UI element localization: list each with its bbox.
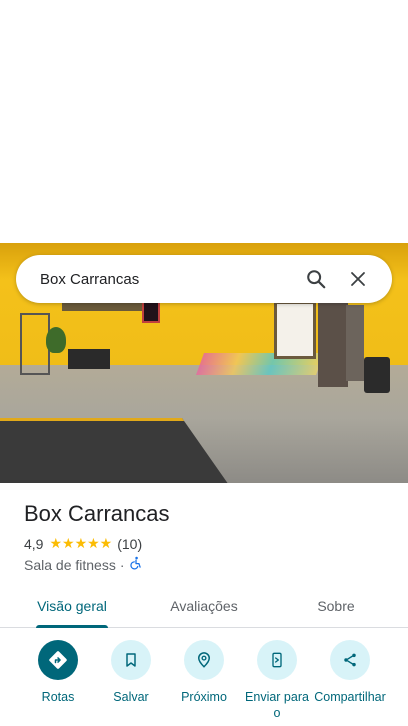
place-name: Box Carrancas	[24, 501, 170, 526]
share-icon	[330, 640, 370, 680]
bookmark-icon	[111, 640, 151, 680]
directions-icon	[38, 640, 78, 680]
map-blank-area	[0, 0, 408, 243]
reviews-count: (10)	[117, 535, 143, 552]
category-separator: ·	[119, 556, 125, 573]
rating-value: 4,9	[24, 535, 44, 552]
send-to-phone-label: Enviar para o	[245, 690, 309, 720]
action-buttons: Rotas Salvar Próximo Enviar para o Compa…	[0, 640, 408, 726]
search-query[interactable]: Box Carrancas	[40, 271, 292, 288]
share-button[interactable]: Compartilhar	[310, 640, 390, 705]
nearby-label: Próximo	[181, 690, 227, 704]
place-category: Sala de fitness	[24, 556, 116, 573]
directions-label: Rotas	[41, 690, 75, 704]
tab-about[interactable]: Sobre	[296, 584, 376, 628]
active-tab-indicator	[36, 625, 108, 628]
close-icon[interactable]	[340, 261, 376, 297]
nearby-icon	[184, 640, 224, 680]
tab-bar: Visão geral Avaliações Sobre	[0, 584, 408, 628]
share-label: Compartilhar	[314, 690, 386, 704]
tab-overview[interactable]: Visão geral	[20, 584, 124, 628]
category-row: Sala de fitness ·	[24, 556, 143, 573]
save-button[interactable]: Salvar	[91, 640, 171, 705]
directions-button[interactable]: Rotas	[18, 640, 98, 705]
send-to-phone-icon	[257, 640, 297, 680]
rating-row[interactable]: 4,9 ★★★★★ (10)	[24, 535, 142, 552]
wheelchair-icon	[129, 556, 143, 573]
send-to-phone-button[interactable]: Enviar para o	[237, 640, 317, 721]
search-icon[interactable]	[298, 261, 334, 297]
nearby-button[interactable]: Próximo	[164, 640, 244, 705]
save-label: Salvar	[113, 690, 149, 704]
search-bar[interactable]: Box Carrancas	[16, 255, 392, 303]
tab-reviews[interactable]: Avaliações	[150, 584, 258, 628]
rating-stars: ★★★★★	[49, 535, 113, 551]
